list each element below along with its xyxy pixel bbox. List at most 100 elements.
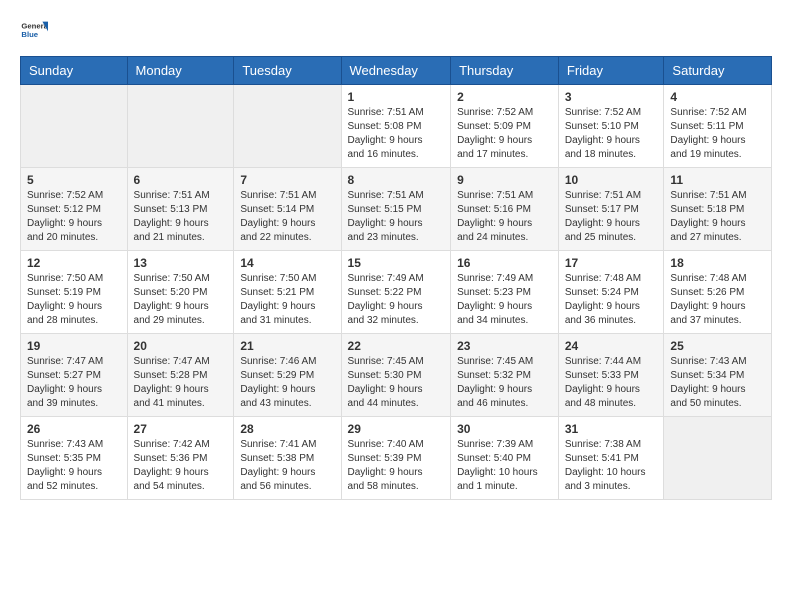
calendar-cell: 29 Sunrise: 7:40 AM Sunset: 5:39 PM Dayli… bbox=[341, 417, 451, 500]
day-number: 28 bbox=[240, 422, 334, 436]
weekday-header-friday: Friday bbox=[558, 57, 664, 85]
calendar-cell: 5 Sunrise: 7:52 AM Sunset: 5:12 PM Daylig… bbox=[21, 168, 128, 251]
day-number: 20 bbox=[134, 339, 228, 353]
day-info: Sunrise: 7:52 AM Sunset: 5:09 PM Dayligh… bbox=[457, 106, 552, 162]
calendar-cell: 30Sunrise: 7:39 AM Sunset: 5:40 PM Dayli… bbox=[451, 417, 559, 500]
day-info: Sunrise: 7:39 AM Sunset: 5:40 PM Dayligh… bbox=[457, 438, 552, 494]
day-info: Sunrise: 7:51 AM Sunset: 5:14 PM Dayligh… bbox=[240, 189, 334, 245]
day-info: Sunrise: 7:49 AM Sunset: 5:23 PM Dayligh… bbox=[457, 272, 552, 328]
day-info: Sunrise: 7:45 AM Sunset: 5:32 PM Dayligh… bbox=[457, 355, 552, 411]
day-info: Sunrise: 7:51 AM Sunset: 5:15 PM Dayligh… bbox=[348, 189, 445, 245]
day-number: 18 bbox=[670, 256, 765, 270]
weekday-header-monday: Monday bbox=[127, 57, 234, 85]
calendar-cell: 6 Sunrise: 7:51 AM Sunset: 5:13 PM Daylig… bbox=[127, 168, 234, 251]
calendar-cell bbox=[664, 417, 772, 500]
calendar-cell: 17Sunrise: 7:48 AM Sunset: 5:24 PM Dayli… bbox=[558, 251, 664, 334]
day-info: Sunrise: 7:51 AM Sunset: 5:18 PM Dayligh… bbox=[670, 189, 765, 245]
day-info: Sunrise: 7:51 AM Sunset: 5:17 PM Dayligh… bbox=[565, 189, 658, 245]
day-info: Sunrise: 7:51 AM Sunset: 5:13 PM Dayligh… bbox=[134, 189, 228, 245]
day-info: Sunrise: 7:44 AM Sunset: 5:33 PM Dayligh… bbox=[565, 355, 658, 411]
calendar-cell: 22Sunrise: 7:45 AM Sunset: 5:30 PM Dayli… bbox=[341, 334, 451, 417]
day-number: 19 bbox=[27, 339, 121, 353]
logo-icon: General Blue bbox=[20, 16, 48, 44]
day-info: Sunrise: 7:49 AM Sunset: 5:22 PM Dayligh… bbox=[348, 272, 445, 328]
weekday-header-row: SundayMondayTuesdayWednesdayThursdayFrid… bbox=[21, 57, 772, 85]
weekday-header-thursday: Thursday bbox=[451, 57, 559, 85]
week-row-2: 5 Sunrise: 7:52 AM Sunset: 5:12 PM Daylig… bbox=[21, 168, 772, 251]
day-number: 22 bbox=[348, 339, 445, 353]
day-info: Sunrise: 7:42 AM Sunset: 5:36 PM Dayligh… bbox=[134, 438, 228, 494]
day-number: 14 bbox=[240, 256, 334, 270]
calendar-cell: 19 Sunrise: 7:47 AM Sunset: 5:27 PM Dayli… bbox=[21, 334, 128, 417]
day-info: Sunrise: 7:50 AM Sunset: 5:20 PM Dayligh… bbox=[134, 272, 228, 328]
day-info: Sunrise: 7:47 AM Sunset: 5:27 PM Dayligh… bbox=[27, 355, 121, 411]
calendar-cell bbox=[127, 85, 234, 168]
day-number: 31 bbox=[565, 422, 658, 436]
calendar-cell: 31 Sunrise: 7:38 AM Sunset: 5:41 PM Dayli… bbox=[558, 417, 664, 500]
calendar-cell: 20 Sunrise: 7:47 AM Sunset: 5:28 PM Dayli… bbox=[127, 334, 234, 417]
day-number: 27 bbox=[134, 422, 228, 436]
day-number: 11 bbox=[670, 173, 765, 187]
logo: General Blue bbox=[20, 16, 48, 44]
day-number: 2 bbox=[457, 90, 552, 104]
calendar-cell: 12 Sunrise: 7:50 AM Sunset: 5:19 PM Dayli… bbox=[21, 251, 128, 334]
day-number: 21 bbox=[240, 339, 334, 353]
day-info: Sunrise: 7:51 AM Sunset: 5:08 PM Dayligh… bbox=[348, 106, 445, 162]
calendar-cell: 24 Sunrise: 7:44 AM Sunset: 5:33 PM Dayli… bbox=[558, 334, 664, 417]
day-number: 4 bbox=[670, 90, 765, 104]
calendar-cell: 25Sunrise: 7:43 AM Sunset: 5:34 PM Dayli… bbox=[664, 334, 772, 417]
day-info: Sunrise: 7:40 AM Sunset: 5:39 PM Dayligh… bbox=[348, 438, 445, 494]
day-number: 29 bbox=[348, 422, 445, 436]
weekday-header-sunday: Sunday bbox=[21, 57, 128, 85]
calendar-table: SundayMondayTuesdayWednesdayThursdayFrid… bbox=[20, 56, 772, 500]
day-number: 26 bbox=[27, 422, 121, 436]
day-info: Sunrise: 7:52 AM Sunset: 5:12 PM Dayligh… bbox=[27, 189, 121, 245]
calendar-cell: 27 Sunrise: 7:42 AM Sunset: 5:36 PM Dayli… bbox=[127, 417, 234, 500]
day-info: Sunrise: 7:47 AM Sunset: 5:28 PM Dayligh… bbox=[134, 355, 228, 411]
calendar-cell: 4 Sunrise: 7:52 AM Sunset: 5:11 PM Daylig… bbox=[664, 85, 772, 168]
calendar-cell: 1 Sunrise: 7:51 AM Sunset: 5:08 PM Daylig… bbox=[341, 85, 451, 168]
calendar-cell: 7 Sunrise: 7:51 AM Sunset: 5:14 PM Daylig… bbox=[234, 168, 341, 251]
calendar-cell: 14 Sunrise: 7:50 AM Sunset: 5:21 PM Dayli… bbox=[234, 251, 341, 334]
day-info: Sunrise: 7:50 AM Sunset: 5:21 PM Dayligh… bbox=[240, 272, 334, 328]
calendar-cell: 18 Sunrise: 7:48 AM Sunset: 5:26 PM Dayli… bbox=[664, 251, 772, 334]
calendar-cell: 11 Sunrise: 7:51 AM Sunset: 5:18 PM Dayli… bbox=[664, 168, 772, 251]
day-number: 10 bbox=[565, 173, 658, 187]
week-row-3: 12 Sunrise: 7:50 AM Sunset: 5:19 PM Dayli… bbox=[21, 251, 772, 334]
weekday-header-saturday: Saturday bbox=[664, 57, 772, 85]
day-number: 12 bbox=[27, 256, 121, 270]
day-number: 8 bbox=[348, 173, 445, 187]
day-number: 6 bbox=[134, 173, 228, 187]
calendar-cell: 16 Sunrise: 7:49 AM Sunset: 5:23 PM Dayli… bbox=[451, 251, 559, 334]
day-info: Sunrise: 7:38 AM Sunset: 5:41 PM Dayligh… bbox=[565, 438, 658, 494]
day-info: Sunrise: 7:50 AM Sunset: 5:19 PM Dayligh… bbox=[27, 272, 121, 328]
day-info: Sunrise: 7:52 AM Sunset: 5:11 PM Dayligh… bbox=[670, 106, 765, 162]
header: General Blue bbox=[20, 16, 772, 44]
day-number: 24 bbox=[565, 339, 658, 353]
day-info: Sunrise: 7:48 AM Sunset: 5:24 PM Dayligh… bbox=[565, 272, 658, 328]
week-row-4: 19 Sunrise: 7:47 AM Sunset: 5:27 PM Dayli… bbox=[21, 334, 772, 417]
day-info: Sunrise: 7:43 AM Sunset: 5:35 PM Dayligh… bbox=[27, 438, 121, 494]
calendar-cell: 10 Sunrise: 7:51 AM Sunset: 5:17 PM Dayli… bbox=[558, 168, 664, 251]
calendar-cell: 2 Sunrise: 7:52 AM Sunset: 5:09 PM Daylig… bbox=[451, 85, 559, 168]
calendar-cell: 26 Sunrise: 7:43 AM Sunset: 5:35 PM Dayli… bbox=[21, 417, 128, 500]
weekday-header-wednesday: Wednesday bbox=[341, 57, 451, 85]
day-number: 25 bbox=[670, 339, 765, 353]
day-number: 1 bbox=[348, 90, 445, 104]
page: General Blue SundayMondayTuesdayWednesda… bbox=[0, 0, 792, 520]
calendar-cell: 21 Sunrise: 7:46 AM Sunset: 5:29 PM Dayli… bbox=[234, 334, 341, 417]
calendar-cell: 28Sunrise: 7:41 AM Sunset: 5:38 PM Dayli… bbox=[234, 417, 341, 500]
calendar-cell: 15 Sunrise: 7:49 AM Sunset: 5:22 PM Dayli… bbox=[341, 251, 451, 334]
day-number: 16 bbox=[457, 256, 552, 270]
svg-text:Blue: Blue bbox=[21, 30, 38, 39]
day-info: Sunrise: 7:51 AM Sunset: 5:16 PM Dayligh… bbox=[457, 189, 552, 245]
day-info: Sunrise: 7:48 AM Sunset: 5:26 PM Dayligh… bbox=[670, 272, 765, 328]
day-number: 9 bbox=[457, 173, 552, 187]
day-number: 15 bbox=[348, 256, 445, 270]
day-info: Sunrise: 7:46 AM Sunset: 5:29 PM Dayligh… bbox=[240, 355, 334, 411]
day-number: 3 bbox=[565, 90, 658, 104]
day-number: 7 bbox=[240, 173, 334, 187]
day-info: Sunrise: 7:52 AM Sunset: 5:10 PM Dayligh… bbox=[565, 106, 658, 162]
day-number: 5 bbox=[27, 173, 121, 187]
calendar-cell: 13Sunrise: 7:50 AM Sunset: 5:20 PM Dayli… bbox=[127, 251, 234, 334]
